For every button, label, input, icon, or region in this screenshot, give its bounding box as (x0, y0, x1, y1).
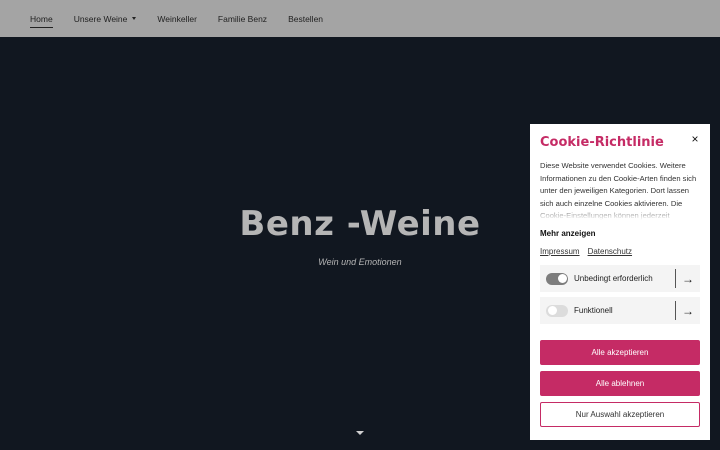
accept-all-button[interactable]: Alle akzeptieren (540, 340, 700, 365)
arrow-right-icon[interactable]: → (682, 265, 694, 292)
divider (675, 269, 676, 288)
category-label: Unbedingt erforderlich (574, 274, 653, 283)
show-more-link[interactable]: Mehr anzeigen (540, 229, 700, 238)
toggle-knob (557, 274, 567, 283)
nav-item-weinkeller[interactable]: Weinkeller (157, 14, 197, 24)
nav-item-label: Home (30, 13, 53, 24)
toggle-knob (547, 306, 557, 315)
reject-all-button[interactable]: Alle ablehnen (540, 371, 700, 396)
category-row-functional: Funktionell → (540, 297, 700, 324)
legal-links: Impressum Datenschutz (540, 247, 700, 256)
nav-item-label: Bestellen (288, 13, 324, 24)
category-label: Funktionell (574, 306, 613, 315)
nav-item-label: Familie Benz (217, 13, 268, 24)
cookie-dialog-title: Cookie-Richtlinie (540, 135, 664, 150)
caret-down-icon (132, 17, 137, 20)
accept-selection-button[interactable]: Nur Auswahl akzeptieren (540, 402, 700, 427)
scroll-down-icon[interactable] (356, 431, 364, 435)
datenschutz-link[interactable]: Datenschutz (588, 247, 632, 256)
top-navigation: Home Unsere Weine Weinkeller Familie Ben… (0, 0, 720, 37)
nav-item-label: Weinkeller (157, 13, 197, 24)
category-row-necessary: Unbedingt erforderlich → (540, 265, 700, 292)
cookie-dialog: Cookie-Richtlinie × Diese Website verwen… (530, 124, 710, 440)
nav-item-bestellen[interactable]: Bestellen (288, 14, 323, 24)
close-icon[interactable]: × (689, 133, 701, 145)
nav-item-unsere-weine[interactable]: Unsere Weine (74, 14, 137, 24)
necessary-toggle[interactable] (546, 272, 568, 285)
nav-item-label: Unsere Weine (73, 13, 128, 24)
arrow-right-icon[interactable]: → (682, 297, 694, 324)
divider (675, 301, 676, 320)
impressum-link[interactable]: Impressum (540, 247, 580, 256)
functional-toggle[interactable] (546, 304, 568, 317)
nav-item-home[interactable]: Home (30, 13, 53, 28)
text-fade (540, 206, 700, 220)
nav-item-familie-benz[interactable]: Familie Benz (218, 14, 267, 24)
cookie-description: Diese Website verwendet Cookies. Weitere… (540, 160, 700, 220)
